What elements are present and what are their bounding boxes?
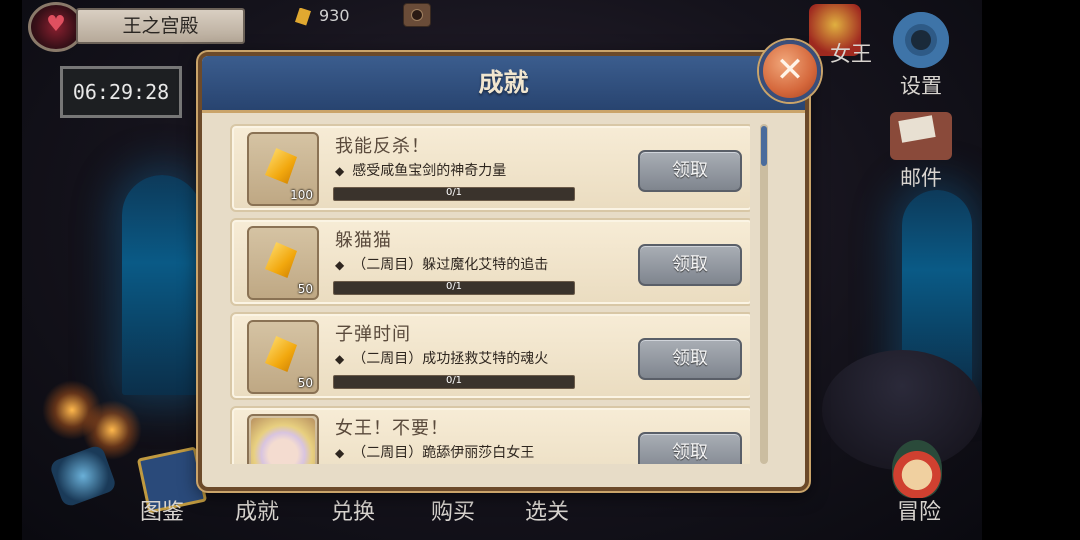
- claim-button[interactable]: 领取: [638, 244, 742, 286]
- achievement-row: 100 我能反杀！ ◆ 感受咸鱼宝剑的神奇力量 0/1 领取: [230, 124, 750, 212]
- achievement-desc: ◆ （二周目）成功拯救艾特的魂火: [335, 348, 548, 368]
- progress-text: 0/1: [445, 281, 463, 292]
- achievement-row: 50 子弹时间 ◆ （二周目）成功拯救艾特的魂火 0/1 领取: [230, 312, 750, 400]
- bullet-icon: ◆: [335, 446, 345, 460]
- progress-bar: 0/1: [333, 281, 575, 295]
- achievement-title: 女王！不要！: [335, 418, 449, 439]
- gem-icon: [295, 7, 311, 26]
- claim-button[interactable]: 领取: [638, 150, 742, 192]
- claim-button[interactable]: 领取: [638, 432, 742, 464]
- achievement-desc-text: （二周目）跪舔伊丽莎白女王: [352, 445, 535, 461]
- list-scrollbar[interactable]: [760, 124, 768, 464]
- mail-button[interactable]: 邮件: [886, 112, 956, 192]
- stage-select-button[interactable]: 选关: [512, 494, 582, 526]
- stained-window-left: [122, 175, 202, 395]
- adventure-character-icon[interactable]: [892, 440, 942, 498]
- close-button[interactable]: ✕: [759, 40, 821, 102]
- location-plate: ♥ 王之宫殿: [28, 2, 245, 52]
- achievements-button[interactable]: 成就: [222, 494, 292, 526]
- achievement-title: 躲猫猫: [335, 230, 392, 251]
- queen-label: 女王: [830, 42, 872, 66]
- reward-amount: 50: [297, 282, 313, 296]
- achievement-desc-text: 感受咸鱼宝剑的神奇力量: [352, 163, 507, 179]
- codex-button[interactable]: 图鉴: [127, 494, 197, 526]
- achievement-desc: ◆ （二周目）躲过魔化艾特的追击: [335, 254, 548, 274]
- achievement-row: 50 躲猫猫 ◆ （二周目）躲过魔化艾特的追击 0/1 领取: [230, 218, 750, 306]
- reward-box: 50: [247, 320, 319, 394]
- reward-box: 100: [247, 132, 319, 206]
- gem-counter: 930: [295, 6, 350, 28]
- close-icon: ✕: [775, 50, 805, 90]
- dialog-title: 成就: [478, 68, 529, 97]
- achievement-list[interactable]: 100 我能反杀！ ◆ 感受咸鱼宝剑的神奇力量 0/1 领取 50 躲猫猫 ◆ （二…: [230, 124, 750, 464]
- reward-amount: 100: [290, 188, 313, 202]
- settings-label: 设置: [900, 74, 942, 98]
- progress-bar: 0/1: [333, 187, 575, 201]
- achievement-title: 我能反杀！: [335, 136, 430, 157]
- achievement-desc: ◆ 感受咸鱼宝剑的神奇力量: [335, 160, 506, 180]
- progress-text: 0/1: [445, 187, 463, 198]
- achievements-dialog: 成就 100 我能反杀！ ◆ 感受咸鱼宝剑的神奇力量 0/1 领取 50 躲猫猫 …: [198, 52, 809, 491]
- achievement-title: 子弹时间: [335, 324, 411, 345]
- achievement-row: 女王！不要！ ◆ （二周目）跪舔伊丽莎白女王 领取: [230, 406, 750, 464]
- camera-icon[interactable]: [403, 3, 431, 27]
- mail-label: 邮件: [900, 166, 942, 190]
- bullet-icon: ◆: [335, 352, 345, 366]
- bullet-icon: ◆: [335, 258, 345, 272]
- shop-button[interactable]: 购买: [418, 494, 488, 526]
- adventure-button[interactable]: 冒险: [884, 494, 954, 526]
- reward-box: 50: [247, 226, 319, 300]
- claim-button[interactable]: 领取: [638, 338, 742, 380]
- gem-count: 930: [319, 6, 350, 25]
- achievement-desc-text: （二周目）躲过魔化艾特的追击: [352, 257, 549, 273]
- portrait-icon: [251, 418, 315, 464]
- location-name: 王之宫殿: [76, 8, 245, 44]
- exchange-button[interactable]: 兑换: [318, 494, 388, 526]
- gear-icon: [893, 12, 949, 68]
- reward-amount: 50: [297, 376, 313, 390]
- settings-button[interactable]: 设置: [886, 12, 956, 100]
- mail-icon: [890, 112, 952, 160]
- gem-icon: [265, 336, 297, 372]
- progress-text: 0/1: [445, 375, 463, 386]
- dialog-header: 成就: [202, 56, 805, 113]
- reward-box: [247, 414, 319, 464]
- achievement-desc: ◆ （二周目）跪舔伊丽莎白女王: [335, 442, 534, 462]
- gem-icon: [265, 148, 297, 184]
- scroll-thumb[interactable]: [761, 126, 767, 166]
- play-timer: 06:29:28: [60, 66, 182, 118]
- gem-icon: [265, 242, 297, 278]
- bullet-icon: ◆: [335, 164, 345, 178]
- progress-bar: 0/1: [333, 375, 575, 389]
- achievement-desc-text: （二周目）成功拯救艾特的魂火: [352, 351, 549, 367]
